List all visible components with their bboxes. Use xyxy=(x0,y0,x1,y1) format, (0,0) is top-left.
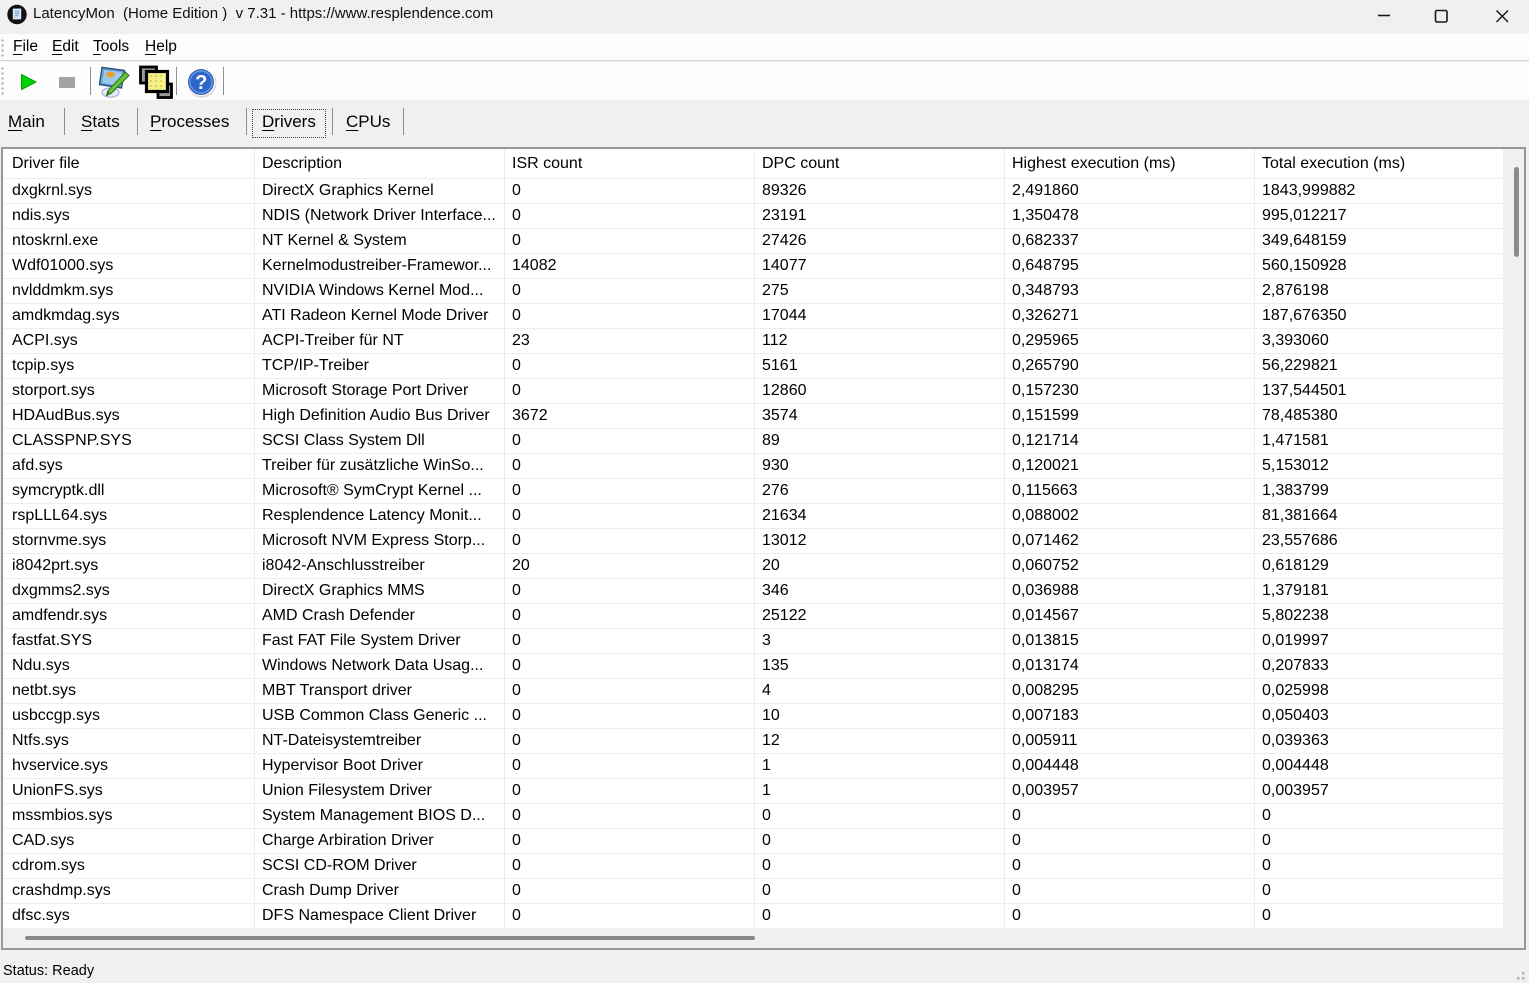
svg-text:?: ? xyxy=(195,72,207,94)
